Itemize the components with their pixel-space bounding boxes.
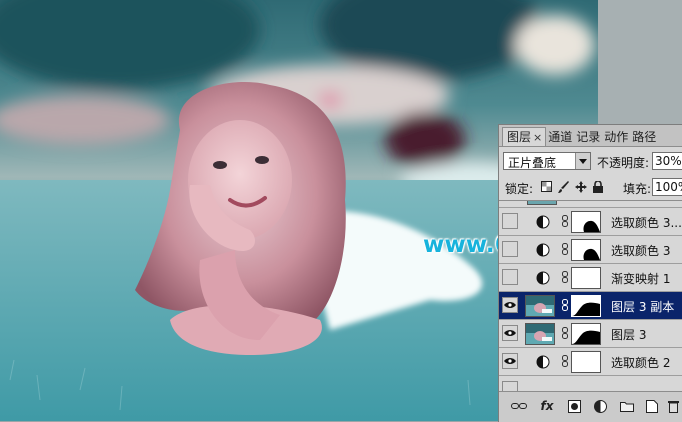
layer-thumbnail[interactable]	[525, 323, 555, 345]
layer-row[interactable]: 选取颜色 3	[499, 236, 682, 264]
layer-row[interactable]	[499, 376, 682, 392]
panel-tabs: 图层 × 通道 记录 动作 路径	[499, 125, 682, 147]
layer-mask-thumbnail[interactable]	[571, 211, 601, 233]
layer-thumbnail[interactable]	[525, 295, 555, 317]
tab-label: 记录	[576, 130, 601, 144]
layer-mask-thumbnail[interactable]	[571, 323, 601, 345]
layer-name: 渐变映射 1	[611, 272, 671, 286]
layer-name: 图层 3 副本	[611, 300, 675, 314]
tab-label: 图层	[507, 130, 532, 144]
mask-link-icon[interactable]	[562, 355, 568, 367]
layer-mask-thumbnail[interactable]	[571, 267, 601, 289]
opacity-label: 不透明度:	[597, 156, 650, 170]
adjustment-layer-icon	[536, 215, 550, 229]
lock-transparency-icon[interactable]	[540, 180, 553, 193]
fill-input[interactable]: 100%	[652, 178, 682, 196]
layers-panel: 图层× 通道 记录 动作 路径 正片叠底 不透明度: 30% 锁定: 填充:	[498, 124, 682, 422]
eye-icon[interactable]	[502, 353, 518, 369]
blend-mode-value: 正片叠底	[508, 156, 557, 170]
eye-icon[interactable]	[502, 325, 518, 341]
tab-actions[interactable]: 动作	[602, 128, 630, 146]
opacity-input[interactable]: 30%	[652, 152, 682, 170]
trash-icon[interactable]	[665, 398, 681, 414]
tab-history[interactable]: 记录	[574, 128, 602, 146]
folder-icon[interactable]	[619, 398, 635, 414]
blend-mode-select[interactable]: 正片叠底	[503, 152, 591, 170]
adjustment-layer-icon	[536, 271, 550, 285]
layers-toolbar: fx	[499, 391, 682, 422]
lock-brush-icon[interactable]	[557, 180, 570, 193]
tab-label: 通道	[548, 130, 573, 144]
fx-icon[interactable]: fx	[539, 398, 555, 414]
layer-row[interactable]: 图层 3	[499, 320, 682, 348]
layer-row[interactable]: 选取颜色 3...	[499, 208, 682, 236]
visibility-toggle[interactable]	[502, 241, 518, 257]
mask-link-icon[interactable]	[562, 327, 568, 339]
layer-row-selected[interactable]: 图层 3 副本	[499, 292, 682, 320]
layer-list[interactable]: 选取颜色 3... 选取颜色 3 渐变映射 1 图层 3 副本 图层 3 选取颜…	[499, 200, 682, 392]
layer-row[interactable]	[499, 201, 682, 208]
mask-icon[interactable]	[566, 398, 582, 414]
eye-icon[interactable]	[502, 297, 518, 313]
adjustment-icon[interactable]	[592, 398, 608, 414]
layer-row[interactable]: 选取颜色 2	[499, 348, 682, 376]
lock-row: 锁定: 填充: 100%	[499, 177, 682, 199]
layer-mask-thumbnail[interactable]	[571, 295, 601, 317]
lock-all-icon[interactable]	[591, 180, 604, 193]
adjustment-layer-icon	[536, 243, 550, 257]
tab-label: 动作	[604, 130, 629, 144]
layer-name: 图层 3	[611, 328, 647, 342]
adjustment-layer-icon	[536, 355, 550, 369]
new-layer-icon[interactable]	[644, 398, 660, 414]
tab-label: 路径	[632, 130, 657, 144]
lock-move-icon[interactable]	[574, 180, 587, 193]
mask-link-icon[interactable]	[562, 243, 568, 255]
layer-name: 选取颜色 3...	[611, 216, 682, 230]
layer-mask-thumbnail[interactable]	[571, 351, 601, 373]
close-icon[interactable]: ×	[533, 131, 542, 144]
tab-paths[interactable]: 路径	[630, 128, 658, 146]
layer-thumbnail	[527, 201, 557, 205]
mask-link-icon[interactable]	[562, 271, 568, 283]
lock-label: 锁定:	[505, 182, 534, 196]
tab-channels[interactable]: 通道	[546, 128, 574, 146]
fill-label: 填充:	[623, 182, 652, 196]
tab-layers[interactable]: 图层 ×	[502, 127, 547, 146]
mask-link-icon[interactable]	[562, 215, 568, 227]
layer-mask-thumbnail[interactable]	[571, 239, 601, 261]
layer-name: 选取颜色 2	[611, 356, 671, 370]
layer-row[interactable]: 渐变映射 1	[499, 264, 682, 292]
layer-name: 选取颜色 3	[611, 244, 671, 258]
visibility-toggle[interactable]	[502, 213, 518, 229]
visibility-toggle[interactable]	[502, 269, 518, 285]
chevron-down-icon[interactable]	[575, 153, 590, 169]
blend-row: 正片叠底 不透明度: 30%	[499, 151, 682, 173]
mask-link-icon[interactable]	[562, 299, 568, 311]
link-icon[interactable]	[511, 398, 527, 414]
